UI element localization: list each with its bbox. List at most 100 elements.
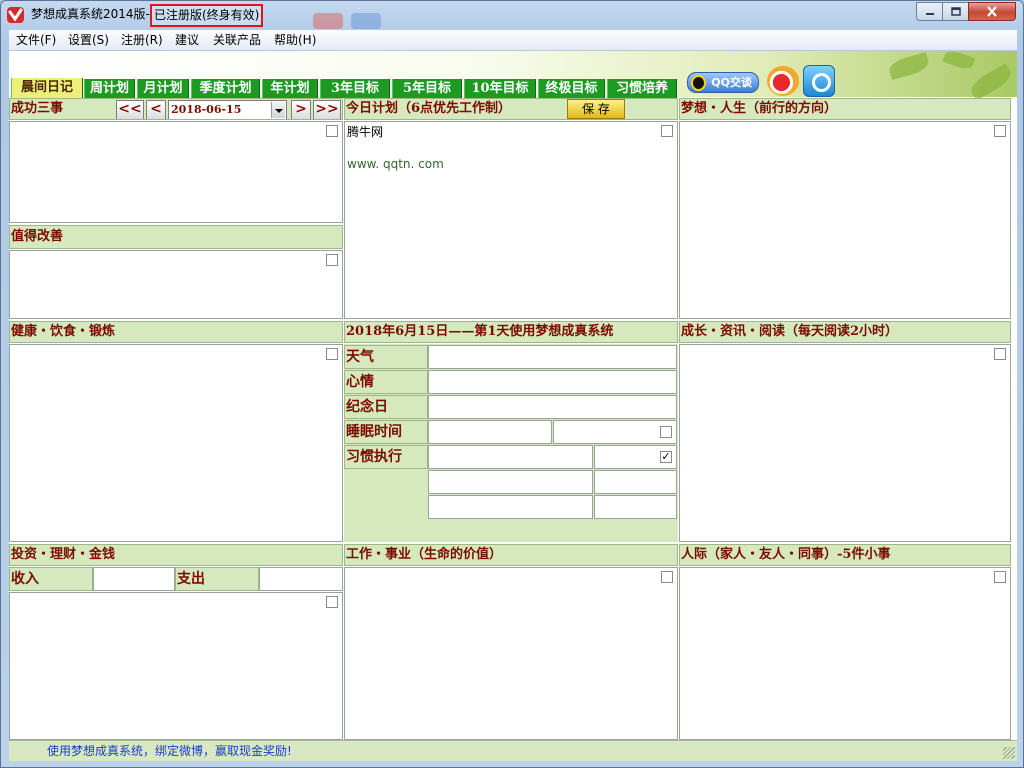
social-checkbox[interactable] — [994, 571, 1006, 583]
menu-register[interactable]: 注册(R) — [121, 33, 163, 48]
social-header: 人际（家人・友人・同事）-5件小事 — [679, 544, 1011, 566]
plan-header: 今日计划（6点优先工作制） 保 存 — [344, 98, 678, 120]
sleep-label: 睡眠时间 — [344, 420, 428, 444]
habit-input-3[interactable] — [428, 495, 593, 519]
date-picker[interactable]: 2018-06-15 — [168, 100, 287, 119]
habit-checkbox[interactable]: ✓ — [660, 451, 672, 463]
menu-file[interactable]: 文件(F) — [16, 33, 56, 48]
title-decoration — [351, 13, 381, 29]
mood-input[interactable] — [428, 370, 677, 394]
leaf-decoration — [887, 52, 931, 80]
finance-title: 投资・理财・金钱 — [11, 547, 116, 562]
diary-grid: 成功三事 << < 2018-06-15 > >> 值得改善 健康・饮食・锻炼 … — [9, 98, 1017, 740]
registration-badge: 已注册版(终身有效) — [150, 4, 264, 27]
habit-label: 习惯执行 — [344, 445, 428, 469]
improve-textarea[interactable] — [9, 250, 343, 319]
app-window: 梦想成真系统2014版- 已注册版(终身有效) 文件(F) 设置(S) 注册(R… — [0, 0, 1024, 768]
plan-line-2: www. qqtn. com — [347, 157, 444, 171]
chevron-down-icon[interactable] — [271, 102, 285, 118]
growth-header: 成长・资讯・阅读（每天阅读2小时） — [679, 321, 1011, 343]
success-checkbox[interactable] — [326, 125, 338, 137]
weather-input[interactable] — [428, 345, 677, 369]
maximize-button[interactable] — [942, 2, 969, 21]
growth-title: 成长・资讯・阅读（每天阅读2小时） — [681, 324, 899, 339]
tab-5-year-goal[interactable]: 5年目标 — [392, 79, 462, 98]
tab-3-year-goal[interactable]: 3年目标 — [320, 79, 390, 98]
tab-10-year-goal[interactable]: 10年目标 — [464, 79, 536, 98]
title-bar[interactable]: 梦想成真系统2014版- 已注册版(终身有效) — [1, 1, 1024, 29]
tab-morning-diary[interactable]: 晨间日记 — [11, 78, 83, 98]
success-textarea[interactable] — [9, 121, 343, 223]
expense-input[interactable] — [259, 567, 343, 591]
work-checkbox[interactable] — [661, 571, 673, 583]
weibo-icon[interactable] — [767, 66, 799, 96]
improve-title: 值得改善 — [11, 229, 64, 244]
client-area: 晨间日记 周计划 月计划 季度计划 年计划 3年目标 5年目标 10年目标 终极… — [9, 48, 1017, 761]
status-bar: 使用梦想成真系统，绑定微博，赢取现金奖励! — [9, 740, 1017, 761]
dream-checkbox[interactable] — [994, 125, 1006, 137]
plan-title: 今日计划（6点优先工作制） — [346, 101, 512, 116]
finance-textarea[interactable] — [9, 592, 343, 740]
anniversary-label: 纪念日 — [344, 395, 428, 419]
social-textarea[interactable] — [679, 567, 1011, 740]
work-title: 工作・事业（生命的价值） — [346, 547, 503, 562]
sleep-end-input[interactable] — [553, 420, 677, 444]
close-button[interactable] — [968, 2, 1016, 21]
tab-quarter-plan[interactable]: 季度计划 — [191, 79, 260, 98]
diary-title: 2018年6月15日——第1天使用梦想成真系统 — [346, 324, 614, 339]
app-logo-icon — [7, 7, 24, 23]
resize-grip-icon[interactable] — [1003, 747, 1015, 759]
success-header: 成功三事 << < 2018-06-15 > >> — [9, 98, 343, 120]
habit-status-2[interactable] — [594, 470, 677, 494]
improve-checkbox[interactable] — [326, 254, 338, 266]
menu-settings[interactable]: 设置(S) — [68, 33, 109, 48]
prev-date-button[interactable]: < — [146, 100, 166, 119]
health-checkbox[interactable] — [326, 348, 338, 360]
social-title: 人际（家人・友人・同事）-5件小事 — [681, 547, 891, 562]
title-decoration — [313, 13, 343, 29]
expense-label: 支出 — [175, 567, 259, 591]
anniversary-input[interactable] — [428, 395, 677, 419]
save-button[interactable]: 保 存 — [567, 99, 625, 119]
tab-month-plan[interactable]: 月计划 — [137, 79, 189, 98]
next-date-button[interactable]: > — [291, 100, 311, 119]
dream-header: 梦想・人生（前行的方向） — [679, 98, 1011, 120]
tab-week-plan[interactable]: 周计划 — [84, 79, 135, 98]
plan-checkbox[interactable] — [661, 125, 673, 137]
menu-bar: 文件(F) 设置(S) 注册(R) 建议 关联产品 帮助(H) — [9, 30, 1017, 51]
income-input[interactable] — [93, 567, 175, 591]
sleep-start-input[interactable] — [428, 420, 552, 444]
health-title: 健康・饮食・锻炼 — [11, 324, 116, 339]
finance-checkbox[interactable] — [326, 596, 338, 608]
qq-chat-button[interactable]: QQ交谈 — [687, 72, 759, 93]
menu-suggest[interactable]: 建议 — [175, 33, 199, 48]
habit-input-1[interactable] — [428, 445, 593, 469]
last-date-button[interactable]: >> — [313, 100, 341, 119]
habit-status-1[interactable]: ✓ — [594, 445, 677, 469]
success-title: 成功三事 — [11, 101, 64, 116]
health-textarea[interactable] — [9, 344, 343, 542]
health-header: 健康・饮食・锻炼 — [9, 321, 343, 343]
habit-input-2[interactable] — [428, 470, 593, 494]
tab-ultimate-goal[interactable]: 终极目标 — [538, 79, 605, 98]
income-label: 收入 — [9, 567, 93, 591]
tab-habit-building[interactable]: 习惯培养 — [607, 79, 677, 98]
habit-status-3[interactable] — [594, 495, 677, 519]
sleep-checkbox[interactable] — [660, 426, 672, 438]
work-textarea[interactable] — [344, 567, 678, 740]
growth-textarea[interactable] — [679, 344, 1011, 542]
growth-checkbox[interactable] — [994, 348, 1006, 360]
dream-textarea[interactable] — [679, 121, 1011, 319]
menu-related-products[interactable]: 关联产品 — [213, 33, 261, 48]
minimize-button[interactable] — [916, 2, 943, 21]
plan-textarea[interactable]: 腾牛网 www. qqtn. com — [344, 121, 678, 319]
menu-help[interactable]: 帮助(H) — [274, 33, 316, 48]
toolbar-banner: 晨间日记 周计划 月计划 季度计划 年计划 3年目标 5年目标 10年目标 终极… — [9, 48, 1017, 101]
weather-label: 天气 — [344, 345, 428, 369]
status-message[interactable]: 使用梦想成真系统，绑定微博，赢取现金奖励! — [47, 744, 292, 759]
finance-header: 投资・理财・金钱 — [9, 544, 343, 566]
first-date-button[interactable]: << — [116, 100, 144, 119]
tencent-weibo-icon[interactable] — [803, 65, 835, 97]
plan-line-1: 腾牛网 — [347, 125, 384, 139]
tab-year-plan[interactable]: 年计划 — [262, 79, 318, 98]
